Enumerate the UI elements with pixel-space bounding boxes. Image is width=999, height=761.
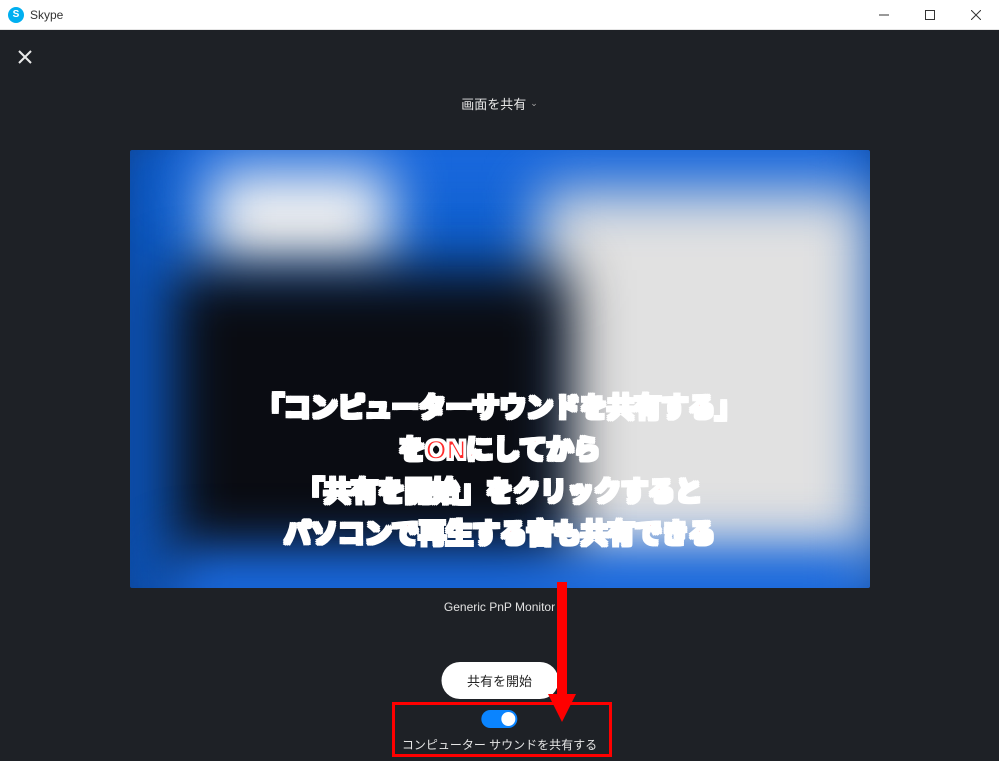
toggle-knob bbox=[502, 712, 516, 726]
start-sharing-button[interactable]: 共有を開始 bbox=[441, 662, 558, 699]
share-mode-dropdown[interactable]: 画面を共有 ⌄ bbox=[461, 94, 538, 113]
titlebar: S Skype bbox=[0, 0, 999, 30]
app-title: Skype bbox=[30, 8, 63, 22]
maximize-button[interactable] bbox=[907, 0, 953, 29]
skype-logo-icon: S bbox=[8, 7, 24, 23]
window-controls bbox=[861, 0, 999, 29]
close-window-button[interactable] bbox=[953, 0, 999, 29]
chevron-down-icon: ⌄ bbox=[530, 98, 538, 109]
minimize-button[interactable] bbox=[861, 0, 907, 29]
close-dialog-button[interactable] bbox=[14, 46, 36, 68]
screen-preview-thumbnail[interactable] bbox=[130, 150, 870, 588]
share-mode-label: 画面を共有 bbox=[461, 94, 526, 113]
titlebar-left: S Skype bbox=[8, 7, 63, 23]
share-computer-sound-area: コンピューター サウンドを共有する bbox=[402, 710, 597, 753]
app-body: 画面を共有 ⌄ Generic PnP Monitor 共有を開始 コンピュータ… bbox=[0, 30, 999, 761]
screen-preview-wrap: Generic PnP Monitor bbox=[130, 150, 870, 614]
share-computer-sound-toggle[interactable] bbox=[482, 710, 518, 728]
share-computer-sound-label: コンピューター サウンドを共有する bbox=[402, 736, 597, 753]
monitor-name-label: Generic PnP Monitor bbox=[130, 600, 870, 614]
